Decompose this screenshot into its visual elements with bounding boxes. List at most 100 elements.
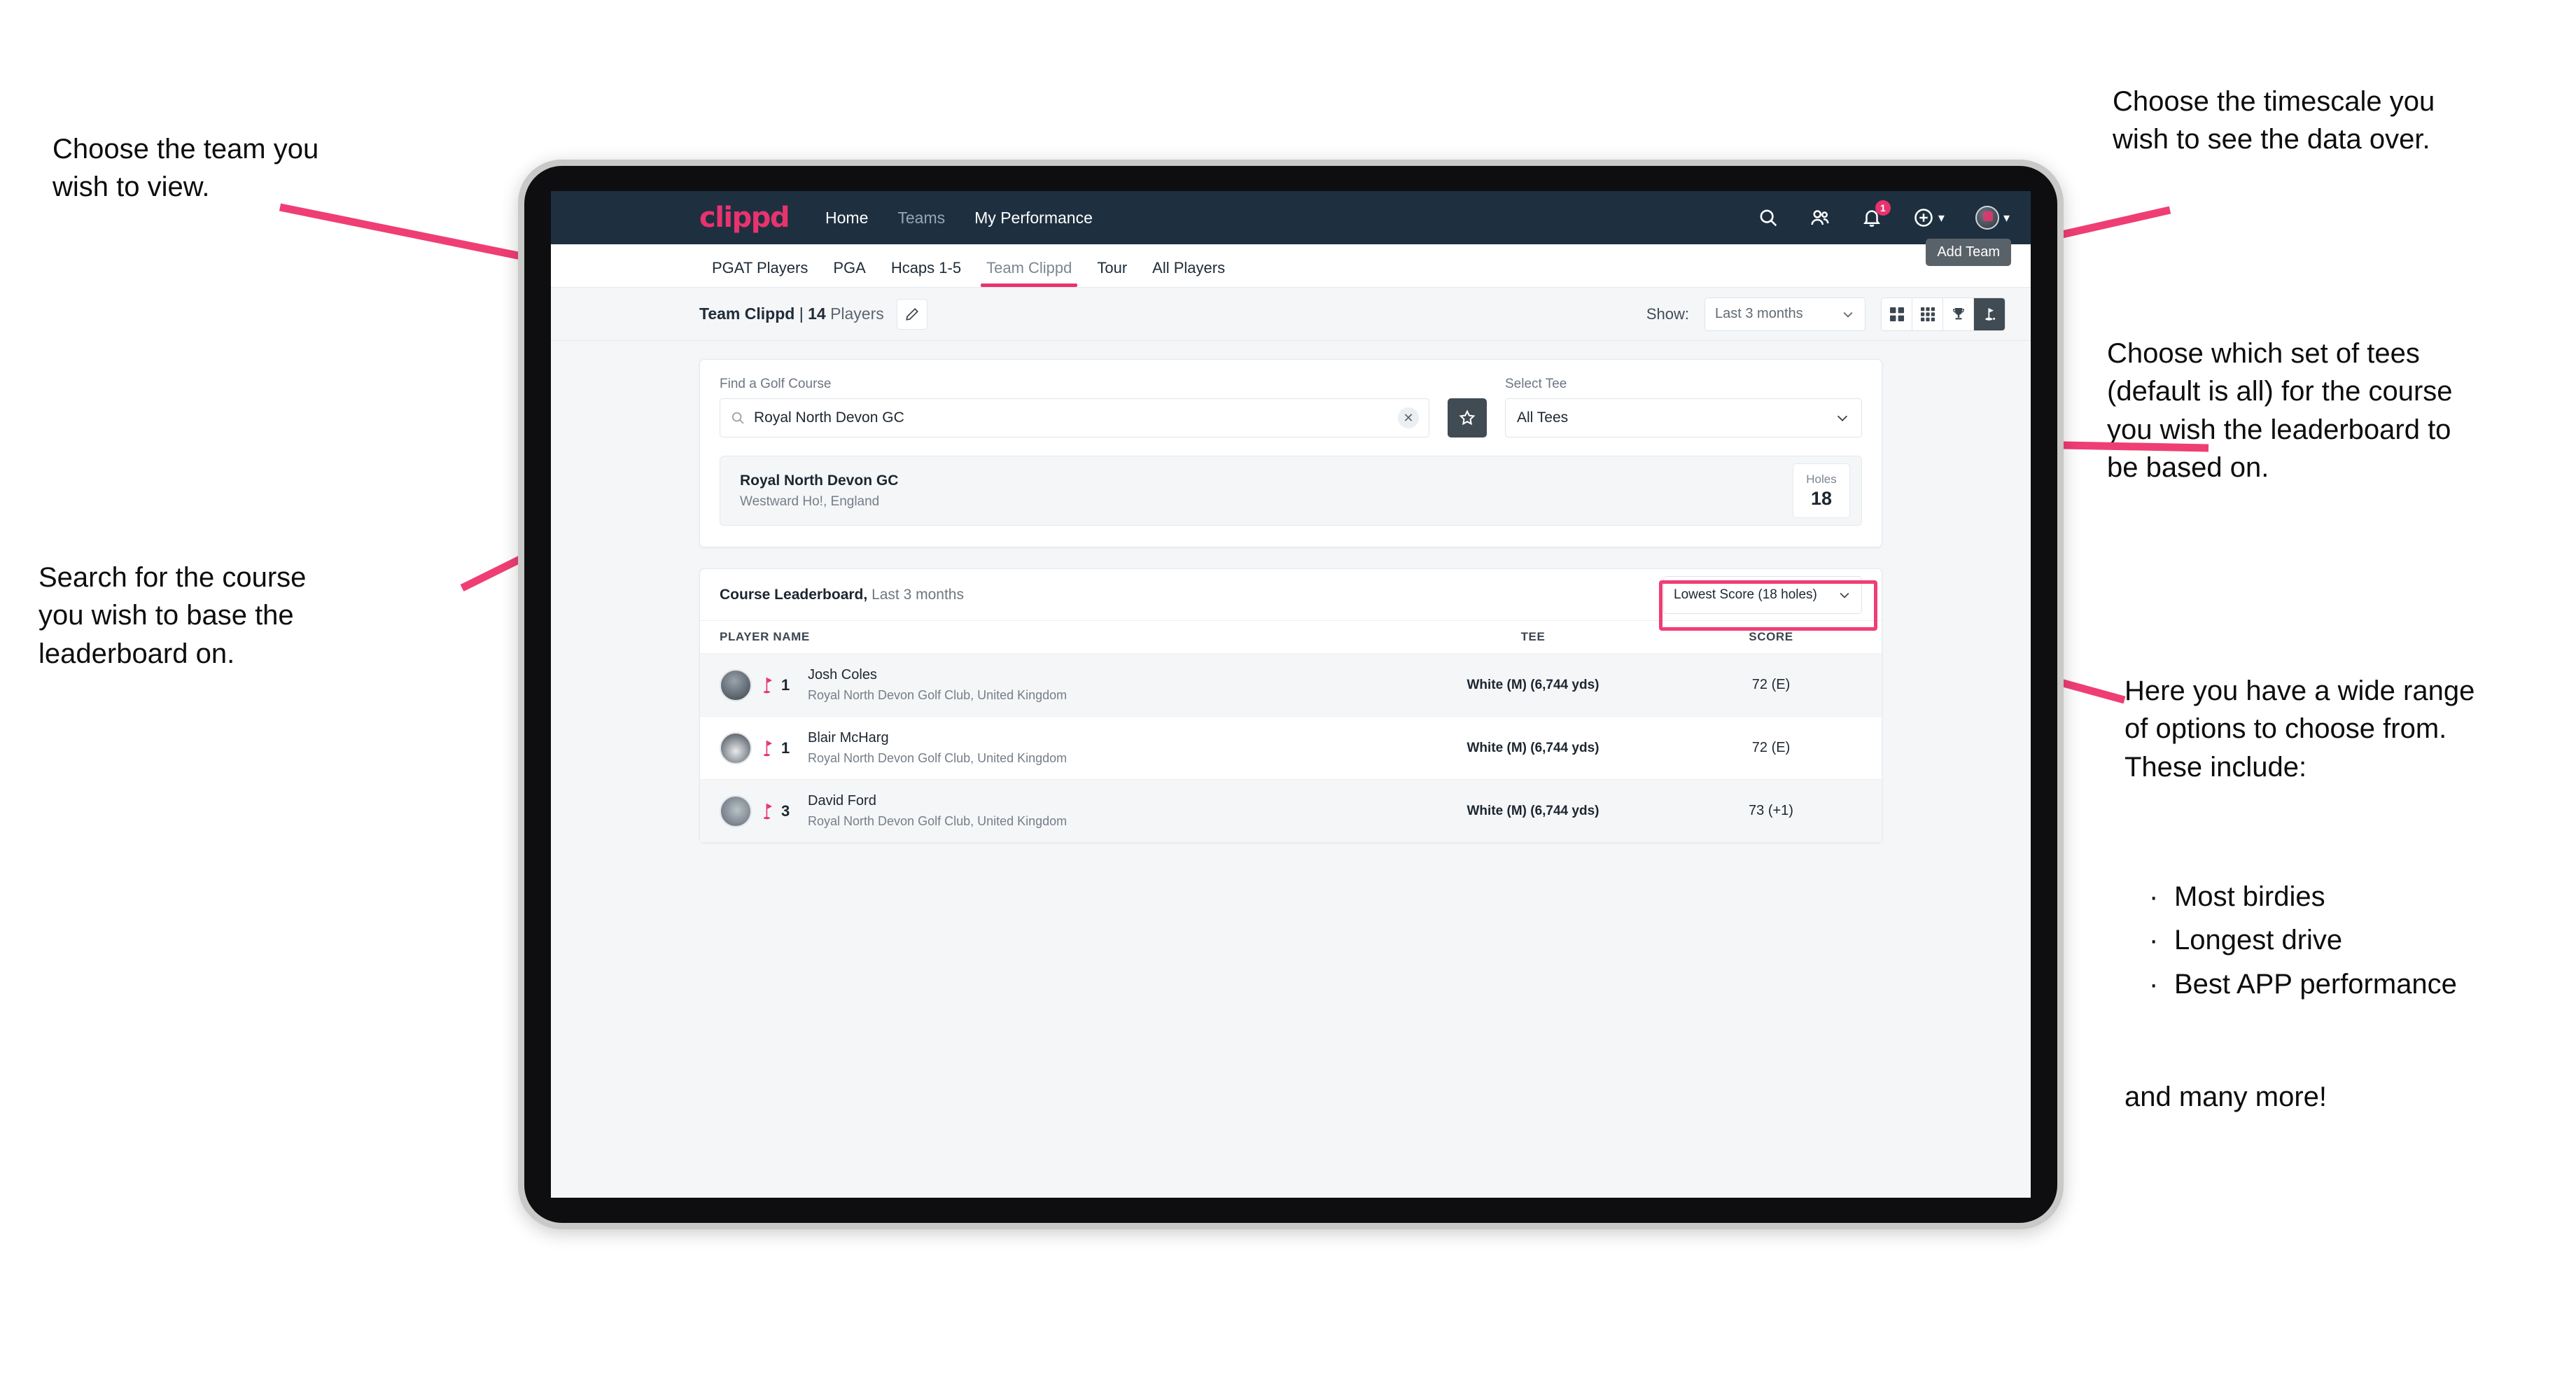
- tab-hcaps-1-5[interactable]: Hcaps 1-5: [878, 259, 974, 287]
- pencil-icon: [906, 307, 918, 321]
- course-result-text: Royal North Devon GC Westward Ho!, Engla…: [740, 472, 898, 510]
- player-club: Royal North Devon Golf Club, United King…: [808, 751, 1068, 765]
- player-cell: 3 David Ford Royal North Devon Golf Club…: [720, 793, 1386, 829]
- screenshot-root: Choose the team you wish to view. Choose…: [0, 0, 2576, 1386]
- column-player-name: PLAYER NAME: [720, 630, 810, 643]
- trophy-icon: [1952, 307, 1964, 319]
- notification-badge: 1: [1875, 200, 1891, 216]
- star-icon: [1459, 410, 1476, 426]
- holes-value: 18: [1810, 487, 1833, 509]
- player-score: 73 (+1): [1749, 803, 1793, 818]
- team-separator: |: [799, 304, 804, 323]
- add-team-tooltip: Add Team: [1926, 239, 2011, 266]
- player-score: 72 (E): [1751, 740, 1791, 755]
- leaderboard-title-text: Course Leaderboard,: [720, 586, 868, 603]
- chevron-down-icon[interactable]: ▾: [2003, 211, 2010, 225]
- leaderboard-metric-value: Lowest Score (18 holes): [1674, 587, 1817, 602]
- tab-team-clippd[interactable]: Team Clippd: [974, 259, 1084, 287]
- main-nav: Home Teams My Performance: [825, 209, 1093, 227]
- course-result-name: Royal North Devon GC: [740, 472, 899, 489]
- team-name: Team Clippd: [699, 304, 795, 323]
- grid-4-icon: [1889, 307, 1904, 321]
- favourite-course-button[interactable]: [1448, 398, 1487, 438]
- course-search-box[interactable]: ✕: [720, 398, 1429, 438]
- avatar[interactable]: [1975, 206, 1999, 230]
- plus-circle-icon[interactable]: [1913, 207, 1934, 228]
- tab-pgat-players[interactable]: PGAT Players: [699, 259, 820, 287]
- leaderboard-column-headers: PLAYER NAME TEE SCORE: [700, 621, 1882, 653]
- leaderboard-metric-select[interactable]: Lowest Score (18 holes): [1663, 575, 1862, 614]
- course-search-card: Find a Golf Course ✕: [699, 359, 1882, 547]
- tab-all-players[interactable]: All Players: [1140, 259, 1238, 287]
- holes-label: Holes: [1806, 472, 1837, 486]
- course-field-label: Find a Golf Course: [720, 377, 832, 391]
- player-name: David Ford: [808, 793, 876, 808]
- player-club: Royal North Devon Golf Club, United King…: [808, 688, 1068, 702]
- show-label: Show:: [1646, 304, 1689, 323]
- leaderboard-header: Course Leaderboard, Last 3 months Lowest…: [700, 569, 1882, 631]
- trophy-view-button[interactable]: [1943, 298, 1974, 330]
- player-tee: White (M) (6,744 yds): [1466, 803, 1600, 818]
- column-tee: TEE: [1520, 630, 1546, 643]
- leaderboard-title: Course Leaderboard, Last 3 months: [720, 587, 964, 603]
- edit-team-button[interactable]: [896, 298, 927, 330]
- team-summary: Team Clippd | 14 Players: [699, 304, 884, 323]
- grid-9-view-button[interactable]: [1912, 298, 1943, 330]
- chevron-down-icon[interactable]: ▾: [1938, 211, 1945, 225]
- player-score: 72 (E): [1751, 677, 1791, 692]
- column-score: SCORE: [1749, 630, 1793, 643]
- account-menu[interactable]: ▾: [1975, 206, 2010, 230]
- golf-flag-view-button[interactable]: [1974, 298, 2005, 330]
- players-word: Players: [830, 304, 884, 323]
- table-row[interactable]: 1 Josh Coles Royal North Devon Golf Club…: [700, 653, 1882, 716]
- course-result-row[interactable]: Royal North Devon GC Westward Ho!, Engla…: [720, 456, 1862, 526]
- app-screen: clippd Home Teams My Performance 1 ▾ ▾ P…: [551, 191, 2031, 1198]
- tab-pga[interactable]: PGA: [820, 259, 878, 287]
- chevron-down-icon: [1837, 415, 1848, 422]
- timescale-select[interactable]: Last 3 months: [1704, 297, 1865, 331]
- bell-icon[interactable]: 1: [1861, 200, 1891, 228]
- header-actions: 1 ▾ ▾: [1758, 200, 2010, 230]
- team-toolbar: Team Clippd | 14 Players Show: Last 3 mo…: [551, 288, 2031, 341]
- chevron-down-icon: [1843, 312, 1853, 318]
- player-info: Josh Coles Royal North Devon Golf Club, …: [808, 667, 1067, 703]
- leaderboard-subtitle: Last 3 months: [872, 586, 964, 603]
- tee-select[interactable]: All Tees: [1505, 398, 1862, 438]
- tablet-device: clippd Home Teams My Performance 1 ▾ ▾ P…: [518, 160, 2064, 1229]
- timescale-value: Last 3 months: [1715, 306, 1803, 321]
- golf-flag-icon: [763, 677, 772, 693]
- course-search-input[interactable]: [754, 410, 1398, 426]
- search-icon[interactable]: [1758, 207, 1779, 228]
- tablet-bezel: clippd Home Teams My Performance 1 ▾ ▾ P…: [524, 166, 2057, 1223]
- golf-flag-icon: [763, 740, 772, 756]
- clear-search-icon[interactable]: ✕: [1398, 407, 1419, 428]
- search-fields-row: Find a Golf Course ✕: [720, 377, 1862, 438]
- course-result-location: Westward Ho!, England: [740, 493, 880, 509]
- search-icon: [732, 412, 744, 424]
- add-menu[interactable]: ▾: [1913, 207, 1945, 228]
- grid-4-view-button[interactable]: [1882, 298, 1912, 330]
- nav-link-my-performance[interactable]: My Performance: [974, 209, 1093, 227]
- player-name: Blair McHarg: [808, 730, 889, 746]
- player-rank: 3: [781, 802, 790, 820]
- chevron-down-icon: [1840, 592, 1849, 598]
- player-tee: White (M) (6,744 yds): [1466, 740, 1600, 755]
- tee-value: All Tees: [1517, 410, 1569, 426]
- course-field: Find a Golf Course ✕: [720, 377, 1429, 438]
- golf-flag-icon: [1985, 307, 1996, 321]
- table-row[interactable]: 1 Blair McHarg Royal North Devon Golf Cl…: [700, 716, 1882, 779]
- grid-9-icon: [1920, 307, 1935, 321]
- table-row[interactable]: 3 David Ford Royal North Devon Golf Club…: [700, 779, 1882, 842]
- nav-link-teams[interactable]: Teams: [897, 209, 945, 227]
- tee-field: Select Tee All Tees: [1505, 377, 1862, 438]
- player-cell: 1 Blair McHarg Royal North Devon Golf Cl…: [720, 730, 1386, 766]
- clippd-logo[interactable]: clippd: [699, 202, 790, 234]
- player-name: Josh Coles: [808, 667, 877, 682]
- people-icon[interactable]: [1809, 207, 1830, 228]
- app-header: clippd Home Teams My Performance 1 ▾ ▾: [551, 191, 2031, 244]
- avatar: [720, 732, 752, 764]
- player-info: David Ford Royal North Devon Golf Club, …: [808, 793, 1067, 829]
- tab-tour[interactable]: Tour: [1084, 259, 1140, 287]
- player-count: 14: [808, 304, 826, 323]
- nav-link-home[interactable]: Home: [825, 209, 868, 227]
